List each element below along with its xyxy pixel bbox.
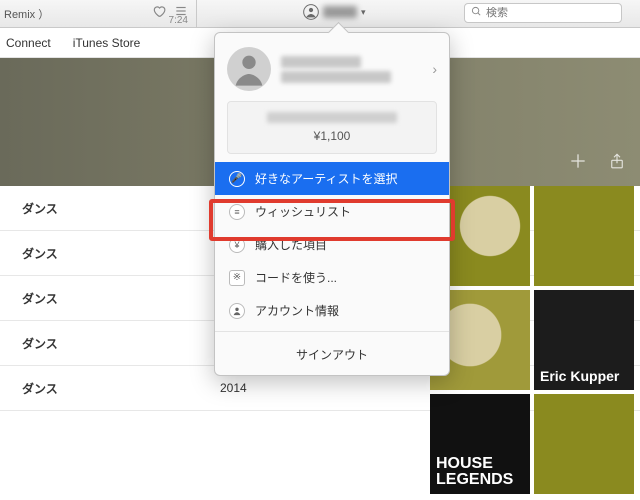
- menu-item-label: アカウント情報: [255, 302, 339, 319]
- account-menu-list: 🎤 好きなアーティストを選択 ≡ ウィッシュリスト ¥ 購入した項目 ※ コード…: [215, 162, 449, 371]
- menu-separator: [215, 331, 449, 332]
- account-name-blurred: xxxx: [323, 6, 357, 18]
- album-title-line2: LEGENDS: [436, 472, 513, 488]
- credit-balance: ¥1,100: [236, 129, 428, 143]
- menu-item-purchased[interactable]: ¥ 購入した項目: [215, 228, 449, 261]
- menu-item-label: 購入した項目: [255, 236, 327, 253]
- cell-genre: ダンス: [0, 200, 220, 217]
- cell-genre: ダンス: [0, 335, 220, 352]
- cell-year: 2014: [220, 381, 310, 395]
- album-tile[interactable]: HOUSE LEGENDS: [430, 394, 530, 494]
- menu-item-redeem[interactable]: ※ コードを使う...: [215, 261, 449, 294]
- cell-genre: ダンス: [0, 290, 220, 307]
- microphone-icon: 🎤: [229, 171, 245, 187]
- add-icon[interactable]: [568, 151, 588, 176]
- yen-icon: ¥: [229, 237, 245, 253]
- list-icon: ≡: [229, 204, 245, 220]
- love-icon[interactable]: [152, 4, 166, 23]
- album-tile[interactable]: [534, 394, 634, 494]
- now-playing-title: Remix ）: [4, 6, 49, 22]
- album-tile[interactable]: Eric Kupper: [534, 290, 634, 390]
- credit-label-blurred: [267, 112, 397, 123]
- album-tile[interactable]: [534, 186, 634, 286]
- album-title-line1: HOUSE: [436, 456, 493, 472]
- menu-item-label: ウィッシュリスト: [255, 203, 351, 220]
- account-header[interactable]: ›: [215, 33, 449, 101]
- title-bar: Remix ） 7:24 xxxx ▾: [0, 0, 640, 28]
- person-icon: [229, 303, 245, 319]
- toolbar-separator: [196, 0, 197, 27]
- menu-item-favorite-artists[interactable]: 🎤 好きなアーティストを選択: [215, 162, 449, 195]
- share-icon[interactable]: [608, 151, 626, 176]
- menu-item-label: コードを使う...: [255, 269, 337, 286]
- search-icon: [471, 6, 482, 20]
- account-popover: › ¥1,100 🎤 好きなアーティストを選択 ≡ ウィッシュリスト ¥ 購入し…: [214, 32, 450, 376]
- credit-card[interactable]: ¥1,100: [227, 101, 437, 154]
- album-grid: Eric Kupper HOUSE LEGENDS: [430, 186, 640, 494]
- chevron-down-icon: ▾: [361, 7, 366, 18]
- avatar: [227, 47, 271, 91]
- menu-item-account-info[interactable]: アカウント情報: [215, 294, 449, 327]
- menu-item-signout[interactable]: サインアウト: [215, 336, 449, 371]
- code-icon: ※: [229, 270, 245, 286]
- cell-genre: ダンス: [0, 245, 220, 262]
- chevron-right-icon: ›: [432, 61, 437, 77]
- person-circle-icon: [303, 4, 319, 20]
- track-duration: 7:24: [169, 15, 188, 26]
- tab-itunes-store[interactable]: iTunes Store: [73, 36, 141, 50]
- search-input[interactable]: [486, 7, 628, 19]
- cell-genre: ダンス: [0, 380, 220, 397]
- account-name-block: [281, 53, 422, 86]
- menu-item-wishlist[interactable]: ≡ ウィッシュリスト: [215, 195, 449, 228]
- account-menu-button[interactable]: xxxx ▾: [303, 4, 366, 20]
- search-field[interactable]: [464, 3, 622, 23]
- tab-connect[interactable]: Connect: [6, 36, 51, 50]
- menu-item-label: 好きなアーティストを選択: [255, 170, 398, 187]
- album-artist-label: Eric Kupper: [540, 368, 619, 384]
